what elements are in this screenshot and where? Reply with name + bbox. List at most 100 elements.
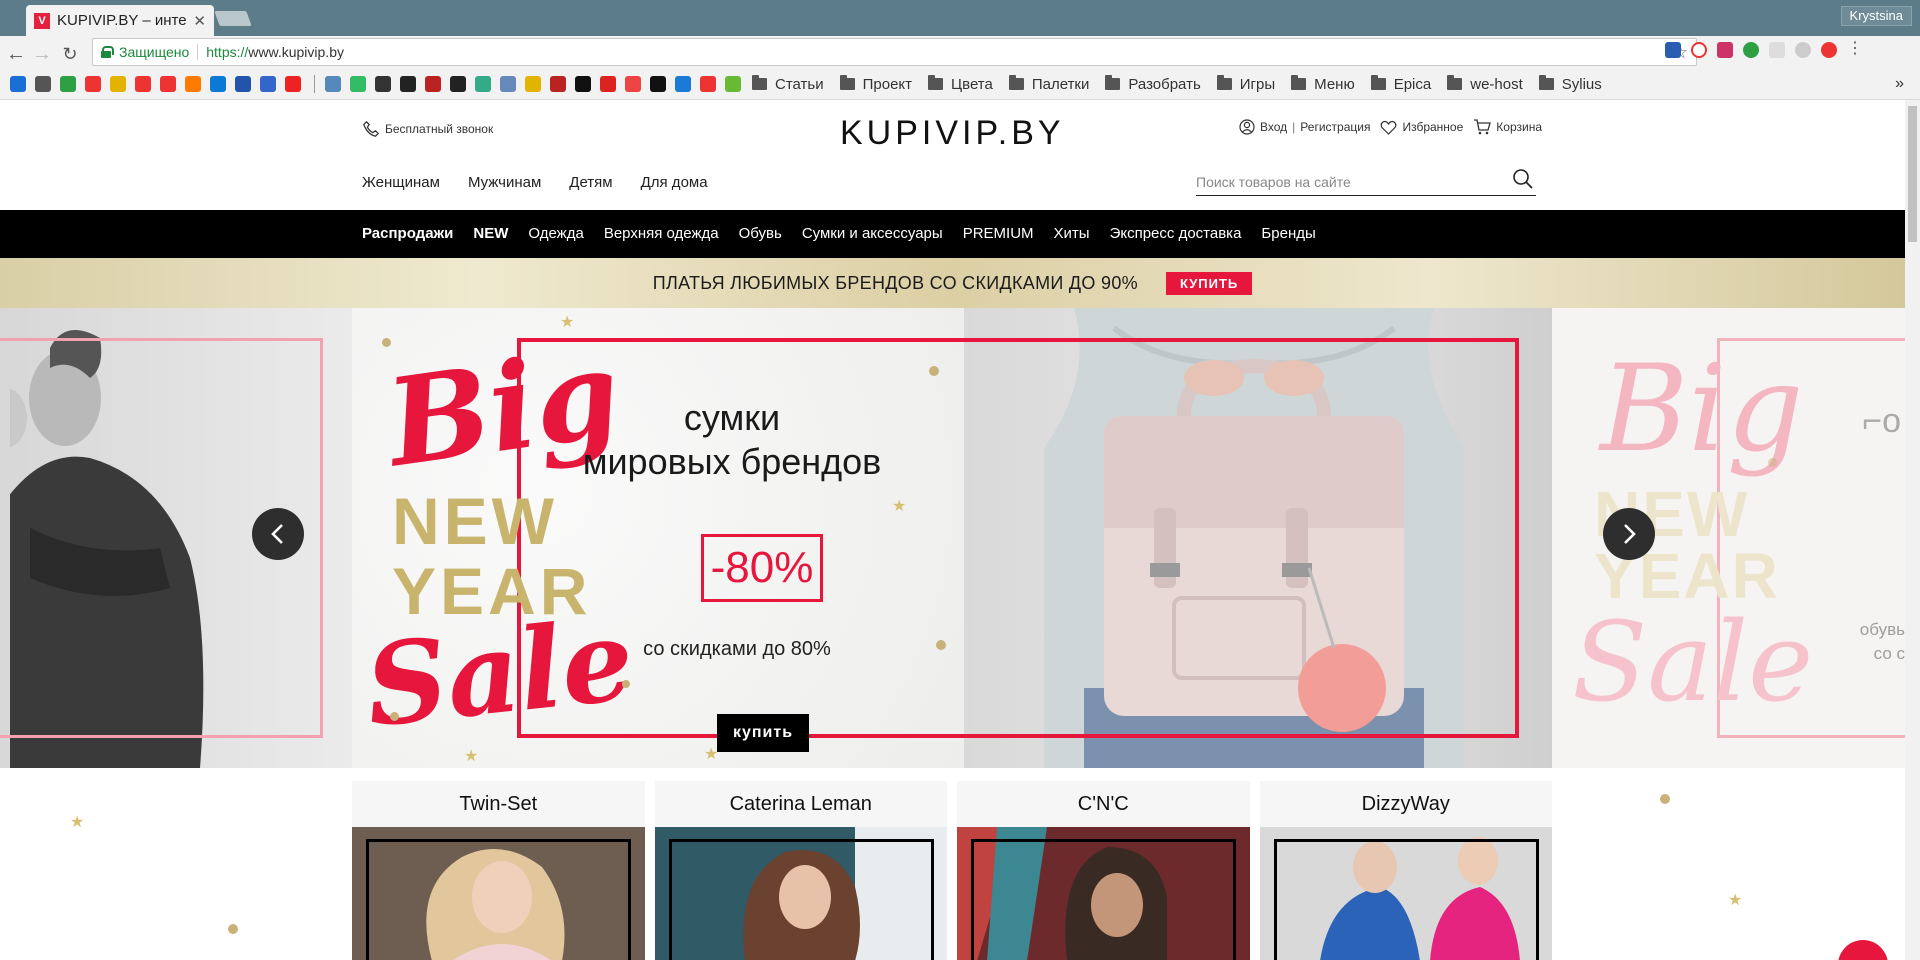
new-tab-button[interactable] xyxy=(214,11,252,26)
promo-banner[interactable]: ПЛАТЬЯ ЛЮБИМЫХ БРЕНДОВ СО СКИДКАМИ ДО 90… xyxy=(0,258,1905,308)
bookmark-folder[interactable]: Разобрать xyxy=(1105,75,1201,93)
bookmark-favicon-icon[interactable] xyxy=(135,76,151,92)
category-item[interactable]: Обувь xyxy=(739,225,782,242)
bookmark-favicon-icon[interactable] xyxy=(475,76,491,92)
browser-tab-active[interactable]: V KUPIVIP.BY – инте ✕ xyxy=(26,5,214,36)
promo-buy-button[interactable]: КУПИТЬ xyxy=(1165,271,1253,295)
category-item[interactable]: Верхняя одежда xyxy=(604,225,719,242)
bookmark-folder[interactable]: we-host xyxy=(1447,75,1523,93)
next-slide-text-line-1: обувь xyxy=(1859,620,1905,639)
category-item[interactable]: Экспресс доставка xyxy=(1110,225,1242,242)
bookmark-favicon-icon[interactable] xyxy=(650,76,666,92)
bookmark-favicon-icon[interactable] xyxy=(350,76,366,92)
bookmark-folder[interactable]: Меню xyxy=(1291,75,1355,93)
category-item[interactable]: NEW xyxy=(473,225,508,242)
nav-home[interactable]: Для дома xyxy=(641,174,708,191)
bookmark-folder[interactable]: Цвета xyxy=(928,75,993,93)
category-item[interactable]: Одежда xyxy=(528,225,583,242)
bookmark-favicon-icon[interactable] xyxy=(285,76,301,92)
extension-gear-icon[interactable] xyxy=(1795,42,1811,58)
extension-grammarly-icon[interactable] xyxy=(1743,42,1759,58)
bookmark-favicon-icon[interactable] xyxy=(185,76,201,92)
profile-chip[interactable]: Krystsina xyxy=(1840,6,1912,26)
extension-notify-icon[interactable] xyxy=(1821,42,1837,58)
bookmark-favicon-icon[interactable] xyxy=(35,76,51,92)
register-link[interactable]: Регистрация xyxy=(1300,120,1370,134)
bookmark-favicon-icon[interactable] xyxy=(675,76,691,92)
page-scrollbar[interactable] xyxy=(1905,100,1920,960)
carousel-next-button[interactable] xyxy=(1603,508,1655,560)
nav-men[interactable]: Мужчинам xyxy=(468,174,541,191)
reload-icon[interactable]: ↻ xyxy=(58,42,82,66)
extension-grid-icon[interactable] xyxy=(1769,42,1785,58)
bookmark-folder[interactable]: Epica xyxy=(1370,75,1431,93)
category-item[interactable]: Хиты xyxy=(1054,225,1090,242)
bookmark-favicon-icon[interactable] xyxy=(10,76,26,92)
bookmarks-overflow-icon[interactable]: » xyxy=(1895,75,1904,93)
category-item[interactable]: Распродажи xyxy=(362,225,453,242)
scrollbar-thumb[interactable] xyxy=(1908,106,1917,242)
bookmark-favicon-icon[interactable] xyxy=(625,76,641,92)
free-call-label: Бесплатный звонок xyxy=(385,122,494,136)
folder-icon xyxy=(1291,75,1307,90)
search-icon[interactable] xyxy=(1512,168,1534,190)
site-logo[interactable]: KUPIVIP.BY xyxy=(840,114,1065,153)
nav-kids[interactable]: Детям xyxy=(569,174,612,191)
category-item[interactable]: Бренды xyxy=(1261,225,1315,242)
login-link[interactable]: Вход xyxy=(1239,119,1287,135)
extension-a-icon[interactable] xyxy=(1691,42,1707,58)
bookmark-favicon-icon[interactable] xyxy=(60,76,76,92)
bookmark-folder[interactable]: Игры xyxy=(1216,75,1275,93)
bookmark-favicon-icon[interactable] xyxy=(575,76,591,92)
cart-link[interactable]: Корзина xyxy=(1473,119,1542,135)
browser-menu-icon[interactable]: ⋮ xyxy=(1847,41,1863,58)
nav-women[interactable]: Женщинам xyxy=(362,174,440,191)
bookmark-favicon-icon[interactable] xyxy=(400,76,416,92)
next-slide-text: обувь со с xyxy=(1860,618,1905,666)
tab-close-icon[interactable]: ✕ xyxy=(193,12,206,30)
bookmark-favicon-icon[interactable] xyxy=(525,76,541,92)
bookmark-folder[interactable]: Палетки xyxy=(1008,75,1089,93)
brand-card[interactable]: Twin-Set xyxy=(352,781,645,960)
carousel-prev-button[interactable] xyxy=(252,508,304,560)
bookmark-favicon-icon[interactable] xyxy=(550,76,566,92)
bookmark-folder[interactable]: Проект xyxy=(839,75,912,93)
bookmark-favicon-icon[interactable] xyxy=(375,76,391,92)
bookmark-folder[interactable]: Статьи xyxy=(752,75,824,93)
extension-crown-icon[interactable] xyxy=(1717,42,1733,58)
category-item[interactable]: PREMIUM xyxy=(963,225,1034,242)
search-input[interactable]: Поиск товаров на сайте xyxy=(1196,166,1536,196)
bookmark-favicon-icon[interactable] xyxy=(500,76,516,92)
bookmark-favicon-icon[interactable] xyxy=(260,76,276,92)
bookmark-favicon-icon[interactable] xyxy=(85,76,101,92)
bookmark-favicon-icon[interactable] xyxy=(210,76,226,92)
forward-arrow-icon[interactable]: → xyxy=(30,42,54,66)
brand-card[interactable]: Caterina Leman xyxy=(654,781,947,960)
gold-dot xyxy=(936,640,946,650)
brand-name: C'N'C xyxy=(957,781,1250,827)
bookmark-favicon-icon[interactable] xyxy=(325,76,341,92)
bookmark-folder[interactable]: Sylius xyxy=(1538,75,1602,93)
bookmark-favicon-icon[interactable] xyxy=(725,76,741,92)
bookmark-favicon-icon[interactable] xyxy=(110,76,126,92)
free-call-link[interactable]: Бесплатный звонок xyxy=(362,120,493,138)
bookmark-favicon-icon[interactable] xyxy=(450,76,466,92)
bookmark-favicon-icon[interactable] xyxy=(425,76,441,92)
category-item[interactable]: Сумки и аксессуары xyxy=(802,225,943,242)
brand-card[interactable]: DizzyWay xyxy=(1259,781,1552,960)
active-slide[interactable]: Big NEW YEAR Sale сумки мировых брендов -… xyxy=(352,308,1552,768)
folder-icon xyxy=(1216,75,1232,90)
bookmark-favicon-icon[interactable] xyxy=(235,76,251,92)
slide-buy-button[interactable]: купить xyxy=(717,714,809,752)
bookmark-favicon-icon[interactable] xyxy=(600,76,616,92)
extension-v-icon[interactable] xyxy=(1665,42,1681,58)
bookmark-favicon-icon[interactable] xyxy=(160,76,176,92)
star-sparkle-icon: ★ xyxy=(464,748,479,765)
address-bar[interactable]: Защищено https://www.kupivip.by ☆ xyxy=(92,38,1697,66)
chat-widget-button[interactable] xyxy=(1838,940,1888,960)
bookmark-favicon-icon[interactable] xyxy=(700,76,716,92)
favorites-link[interactable]: Избранное xyxy=(1380,120,1463,135)
brand-card[interactable]: C'N'C xyxy=(957,781,1250,960)
gold-dot xyxy=(1768,458,1777,467)
back-arrow-icon[interactable]: ← xyxy=(4,42,28,66)
